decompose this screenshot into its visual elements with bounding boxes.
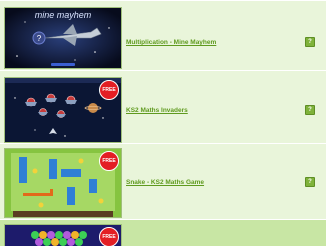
game-title-link[interactable]: KS2 Maths Invaders <box>126 107 188 114</box>
free-badge: FREE <box>99 80 119 100</box>
game-row-maths-invaders: FREE KS2 Maths Invaders ? <box>0 70 326 143</box>
help-button[interactable]: ? <box>305 177 315 187</box>
planet <box>88 103 98 113</box>
game-row-mine-mayhem: ? mine mayhem Multiplication - Mine Mayh… <box>0 0 326 70</box>
help-button[interactable]: ? <box>305 105 315 115</box>
mine-question-mark: ? <box>37 34 42 43</box>
thumbnail-caption: mine mayhem <box>35 10 92 20</box>
mine-mayhem-artwork: ? mine mayhem <box>5 8 121 68</box>
game-title-link[interactable]: Multiplication - Mine Mayhem <box>126 39 216 46</box>
help-button[interactable]: ? <box>305 37 315 47</box>
free-badge: FREE <box>99 227 119 246</box>
game-row-partial: FREE <box>0 219 326 246</box>
game-thumbnail-partial[interactable]: FREE <box>4 224 122 246</box>
game-row-snake: FREE Snake - KS2 Maths Game ? <box>0 143 326 219</box>
game-list: ? mine mayhem Multiplication - Mine Mayh… <box>0 0 326 246</box>
game-thumbnail-mine-mayhem[interactable]: ? mine mayhem <box>4 7 122 69</box>
free-badge: FREE <box>99 151 119 171</box>
game-thumbnail-maths-invaders[interactable]: FREE <box>4 77 122 143</box>
game-title-link[interactable]: Snake - KS2 Maths Game <box>126 179 204 186</box>
game-thumbnail-snake[interactable]: FREE <box>4 148 122 218</box>
